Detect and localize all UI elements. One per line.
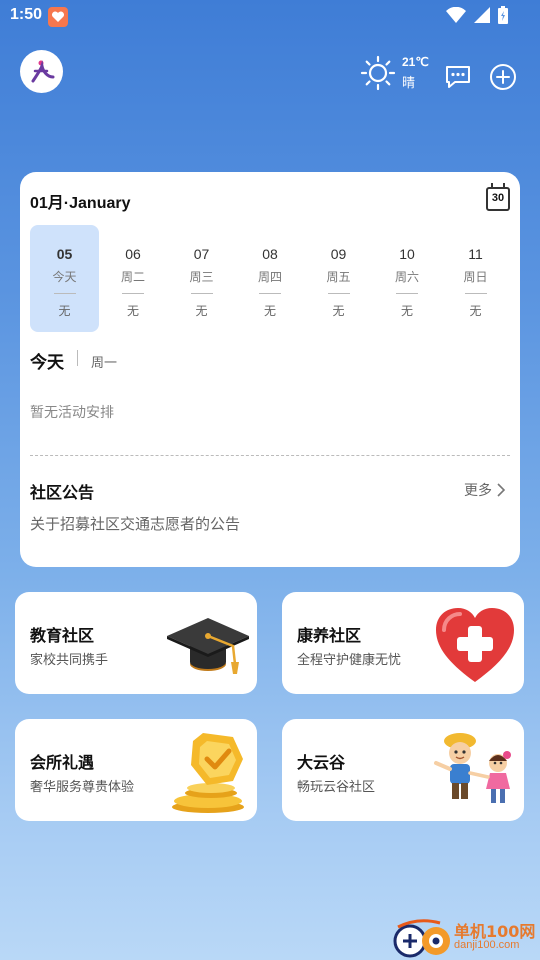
- day-weekday: 周六: [394, 270, 419, 284]
- tile-subtitle: 全程守护健康无忧: [297, 653, 402, 668]
- tile-title: 教育社区: [30, 626, 95, 645]
- watermark: 单机100网 danji100.com: [388, 915, 540, 960]
- day-cell[interactable]: 09 周五 无: [304, 225, 373, 332]
- tile-subtitle: 畅玩云谷社区: [297, 780, 376, 795]
- day-divider: [190, 293, 213, 294]
- day-cell[interactable]: 08 周四 无: [236, 225, 305, 332]
- tile-subtitle: 奢华服务尊贵体验: [30, 780, 135, 795]
- day-activity: 无: [469, 304, 482, 318]
- app-logo-avatar[interactable]: [20, 50, 63, 93]
- chat-bubble-icon: [446, 66, 470, 88]
- day-activity: 无: [195, 304, 208, 318]
- day-divider: [259, 293, 281, 294]
- plus-circle-icon: [490, 64, 516, 90]
- day-weekday: 周五: [326, 270, 351, 284]
- month-title: 01月·January: [30, 195, 131, 212]
- day-divider: [327, 293, 350, 294]
- day-number: 07: [193, 246, 210, 262]
- day-weekday: 周日: [463, 270, 488, 284]
- status-bar: 1:50: [0, 0, 540, 34]
- weather-temperature: 21℃: [402, 55, 429, 69]
- day-activity: 无: [400, 304, 413, 318]
- notice-more-link[interactable]: 更多: [464, 480, 506, 500]
- day-activity: 无: [58, 304, 71, 318]
- day-divider: [464, 293, 487, 294]
- status-time: 1:50: [10, 6, 43, 23]
- day-number: 09: [330, 246, 347, 262]
- battery-icon: [498, 6, 508, 24]
- day-cell-today[interactable]: 05 今天 无: [30, 225, 99, 332]
- day-weekday: 周二: [120, 270, 145, 284]
- graduation-cap-icon: [167, 618, 249, 674]
- day-weekday: 周四: [257, 270, 282, 284]
- notice-list: 关于招募社区交通志愿者的公告: [30, 513, 500, 541]
- weather-widget[interactable]: 21℃ 晴: [360, 53, 440, 93]
- signal-icon: [474, 7, 490, 23]
- no-activity-text: 暂无活动安排: [30, 405, 114, 421]
- day-cell[interactable]: 07 周三 无: [167, 225, 236, 332]
- tile-education[interactable]: 教育社区 家校共同携手: [15, 592, 257, 694]
- notification-app-icon: [48, 7, 68, 27]
- day-number: 11: [468, 246, 483, 262]
- sun-icon: [360, 55, 396, 91]
- day-activity: 无: [126, 304, 139, 318]
- notice-title: 社区公告: [30, 483, 95, 502]
- day-weekday: 周三: [189, 270, 214, 284]
- watermark-url: danji100.com: [454, 939, 520, 951]
- day-activity: 无: [332, 304, 345, 318]
- tile-title: 会所礼遇: [30, 753, 95, 772]
- tile-cloud-valley[interactable]: 大云谷 畅玩云谷社区: [282, 719, 524, 821]
- day-cell[interactable]: 06 周二 无: [99, 225, 168, 332]
- tile-clubhouse[interactable]: 会所礼遇 奢华服务尊贵体验: [15, 719, 257, 821]
- tile-title: 康养社区: [297, 626, 362, 645]
- day-cell[interactable]: 11 周日 无: [441, 225, 510, 332]
- calendar-card: 01月·January 30 05 今天 无 06 周二 无 07 周三 无 0…: [20, 172, 520, 567]
- day-number: 08: [262, 246, 278, 262]
- add-button[interactable]: [489, 63, 517, 91]
- gold-badge-icon: [172, 733, 244, 813]
- notice-item[interactable]: 关于招募社区交通志愿者的公告: [30, 513, 500, 535]
- week-strip: 05 今天 无 06 周二 无 07 周三 无 08 周四 无 09 周五 无: [30, 225, 510, 332]
- wifi-icon: [446, 7, 466, 23]
- day-weekday: 今天: [52, 270, 77, 284]
- chevron-right-icon: [497, 483, 506, 497]
- watermark-logo-icon: [393, 919, 450, 958]
- day-number: 06: [125, 246, 141, 262]
- day-activity: 无: [263, 304, 276, 318]
- day-divider: [396, 293, 418, 294]
- tile-subtitle: 家校共同携手: [30, 653, 109, 668]
- today-separator: [77, 350, 78, 366]
- heart-health-icon: [436, 608, 514, 682]
- day-divider: [53, 293, 76, 294]
- tile-health[interactable]: 康养社区 全程守护健康无忧: [282, 592, 524, 694]
- day-divider: [122, 293, 144, 294]
- kids-icon: [434, 733, 511, 803]
- today-label: 今天: [30, 353, 64, 373]
- day-number: 05: [56, 246, 73, 262]
- today-weekday: 周一: [91, 356, 118, 371]
- more-label: 更多: [464, 483, 492, 499]
- message-button[interactable]: [444, 63, 472, 91]
- calendar-icon[interactable]: 30: [486, 183, 510, 211]
- weather-condition: 晴: [402, 76, 416, 91]
- day-number: 10: [399, 246, 415, 262]
- dashed-divider: [30, 455, 510, 456]
- logo-icon: [31, 59, 54, 82]
- status-icons: [446, 6, 508, 24]
- day-cell[interactable]: 10 周六 无: [373, 225, 442, 332]
- tile-title: 大云谷: [297, 753, 346, 772]
